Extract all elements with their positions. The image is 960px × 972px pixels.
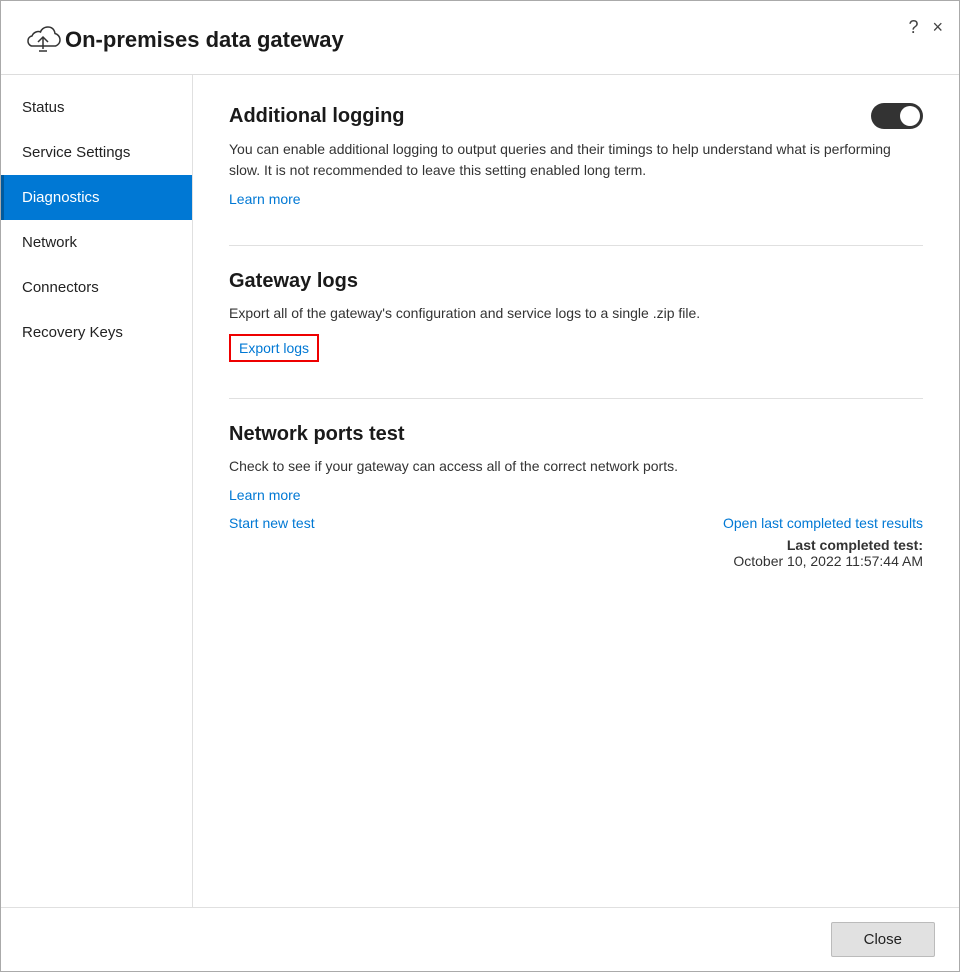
main-window: On-premises data gateway ? × Status Serv… (0, 0, 960, 972)
gateway-logs-desc: Export all of the gateway's configuratio… (229, 303, 923, 324)
gateway-logs-title: Gateway logs (229, 270, 358, 293)
content-area: Status Service Settings Diagnostics Netw… (1, 75, 959, 907)
sidebar-item-connectors[interactable]: Connectors (1, 265, 192, 310)
additional-logging-desc: You can enable additional logging to out… (229, 139, 923, 181)
divider-1 (229, 245, 923, 246)
last-completed-value: October 10, 2022 11:57:44 AM (733, 553, 923, 569)
main-panel: Additional logging You can enable additi… (193, 75, 959, 907)
last-completed-info: Last completed test: October 10, 2022 11… (229, 537, 923, 569)
additional-logging-title: Additional logging (229, 105, 405, 128)
close-window-button[interactable]: × (932, 17, 943, 38)
network-ports-learn-more[interactable]: Learn more (229, 487, 301, 503)
sidebar-item-status[interactable]: Status (1, 85, 192, 130)
window-controls: ? × (908, 17, 943, 38)
gateway-logs-header: Gateway logs (229, 270, 923, 293)
divider-2 (229, 398, 923, 399)
help-button[interactable]: ? (908, 17, 918, 38)
sidebar-item-diagnostics[interactable]: Diagnostics (1, 175, 192, 220)
additional-logging-header: Additional logging (229, 103, 923, 129)
additional-logging-section: Additional logging You can enable additi… (229, 103, 923, 209)
additional-logging-toggle[interactable] (871, 103, 923, 129)
title-bar: On-premises data gateway ? × (1, 1, 959, 75)
start-new-test-link[interactable]: Start new test (229, 515, 315, 531)
app-icon (21, 19, 65, 60)
last-completed-label: Last completed test: (787, 537, 923, 553)
sidebar-item-recovery-keys[interactable]: Recovery Keys (1, 310, 192, 355)
sidebar-item-network[interactable]: Network (1, 220, 192, 265)
network-ports-test-title: Network ports test (229, 423, 405, 446)
open-last-results-link[interactable]: Open last completed test results (723, 515, 923, 531)
network-test-links: Start new test Open last completed test … (229, 515, 923, 531)
toggle-knob (900, 106, 920, 126)
network-ports-test-header: Network ports test (229, 423, 923, 446)
network-ports-test-section: Network ports test Check to see if your … (229, 423, 923, 569)
sidebar-item-service-settings[interactable]: Service Settings (1, 130, 192, 175)
additional-logging-learn-more[interactable]: Learn more (229, 191, 301, 207)
footer: Close (1, 907, 959, 971)
export-logs-button[interactable]: Export logs (229, 334, 319, 362)
network-ports-test-desc: Check to see if your gateway can access … (229, 456, 923, 477)
close-button[interactable]: Close (831, 922, 935, 957)
sidebar: Status Service Settings Diagnostics Netw… (1, 75, 193, 907)
gateway-logs-section: Gateway logs Export all of the gateway's… (229, 270, 923, 362)
app-title: On-premises data gateway (65, 27, 344, 53)
